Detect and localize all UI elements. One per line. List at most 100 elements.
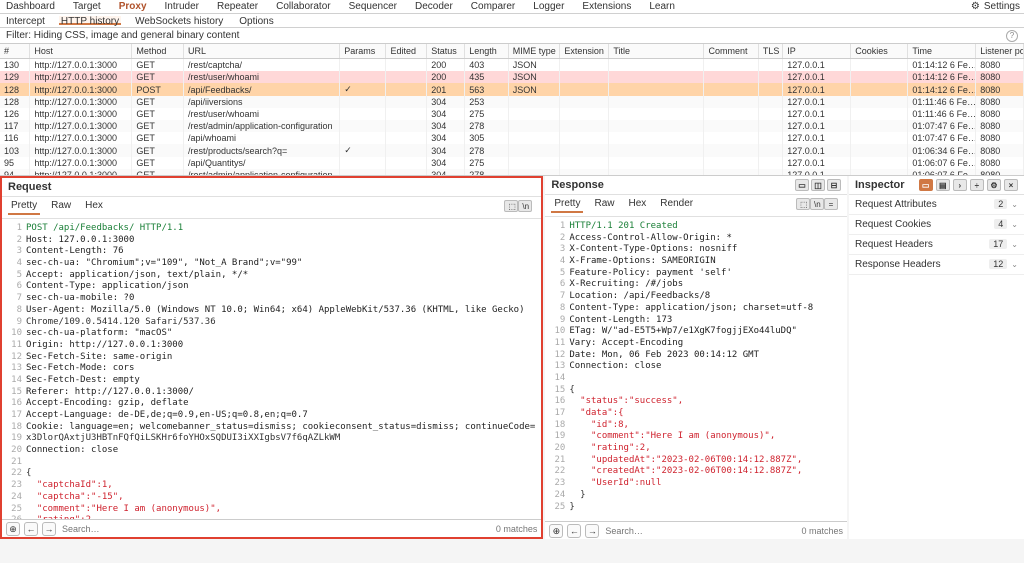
- filter-bar[interactable]: Filter: Hiding CSS, image and general bi…: [0, 28, 1024, 44]
- ins-view-1[interactable]: ▭: [919, 179, 933, 191]
- request-matches-label: 0 matches: [496, 524, 538, 534]
- res-newline-toggle[interactable]: \n: [810, 198, 824, 210]
- col-url[interactable]: URL: [183, 44, 339, 59]
- menu-item-repeater[interactable]: Repeater: [215, 1, 260, 12]
- col--[interactable]: #: [0, 44, 30, 59]
- col-length[interactable]: Length: [465, 44, 508, 59]
- res-search-next-icon[interactable]: →: [585, 524, 599, 538]
- res-eq-toggle[interactable]: =: [824, 198, 838, 210]
- response-pane: Response ▭ ◫ ⊟ Pretty Raw Hex Render ⬚\n= 1…: [545, 176, 847, 539]
- col-cookies[interactable]: Cookies: [851, 44, 908, 59]
- menu-item-comparer[interactable]: Comparer: [469, 1, 517, 12]
- response-tab-render[interactable]: Render: [657, 198, 696, 213]
- inspector-row-request-cookies[interactable]: Request Cookies4⌄: [849, 215, 1024, 235]
- inspector-row-response-headers[interactable]: Response Headers12⌄: [849, 255, 1024, 275]
- col-mime-type[interactable]: MIME type: [508, 44, 560, 59]
- gear-icon: ⚙: [971, 1, 980, 12]
- request-tab-hex[interactable]: Hex: [82, 200, 106, 215]
- layout-btn-2[interactable]: ◫: [811, 179, 825, 191]
- table-row[interactable]: 103http://127.0.0.1:3000GET/rest/product…: [0, 144, 1024, 157]
- ins-chev-icon[interactable]: ›: [953, 179, 967, 191]
- request-searchbar: ⊕ ← → 0 matches: [2, 519, 541, 537]
- menu-item-learn[interactable]: Learn: [647, 1, 677, 12]
- inspector-rows: Request Attributes2⌄Request Cookies4⌄Req…: [849, 195, 1024, 275]
- menu-item-extensions[interactable]: Extensions: [580, 1, 633, 12]
- request-tab-raw[interactable]: Raw: [48, 200, 74, 215]
- request-tabs: Pretty Raw Hex ⬚\n: [2, 197, 541, 219]
- col-comment[interactable]: Comment: [704, 44, 758, 59]
- request-body[interactable]: 1POST /api/Feedbacks/ HTTP/1.12Host: 127…: [2, 219, 541, 519]
- col-ip[interactable]: IP: [783, 44, 851, 59]
- layout-btn-1[interactable]: ▭: [795, 179, 809, 191]
- col-status[interactable]: Status: [427, 44, 465, 59]
- response-tabs: Pretty Raw Hex Render ⬚\n=: [545, 195, 847, 217]
- subtab-websockets-history[interactable]: WebSockets history: [133, 16, 225, 25]
- layout-btn-3[interactable]: ⊟: [827, 179, 841, 191]
- main-menubar: Dashboard Target Proxy Intruder Repeater Coll…: [0, 0, 1024, 14]
- inspector-row-request-attributes[interactable]: Request Attributes2⌄: [849, 195, 1024, 215]
- search-config-icon[interactable]: ⊕: [6, 522, 20, 536]
- res-search-config-icon[interactable]: ⊕: [549, 524, 563, 538]
- req-view-btn-1[interactable]: ⬚: [504, 200, 518, 212]
- col-host[interactable]: Host: [30, 44, 132, 59]
- table-row[interactable]: 117http://127.0.0.1:3000GET/rest/admin/a…: [0, 120, 1024, 132]
- table-row[interactable]: 116http://127.0.0.1:3000GET/api/whoami30…: [0, 132, 1024, 144]
- response-matches-label: 0 matches: [801, 526, 843, 536]
- ins-view-2[interactable]: ▤: [936, 179, 950, 191]
- ins-div-icon[interactable]: ÷: [970, 179, 984, 191]
- menu-item-dashboard[interactable]: Dashboard: [4, 1, 57, 12]
- settings-button[interactable]: ⚙ Settings: [971, 1, 1020, 12]
- menu-item-sequencer[interactable]: Sequencer: [347, 1, 399, 12]
- table-row[interactable]: 128http://127.0.0.1:3000POST/api/Feedbac…: [0, 83, 1024, 96]
- request-tab-pretty[interactable]: Pretty: [8, 200, 40, 215]
- response-tab-raw[interactable]: Raw: [591, 198, 617, 213]
- menu-item-logger[interactable]: Logger: [531, 1, 566, 12]
- col-listener-port[interactable]: Listener port: [976, 44, 1024, 59]
- table-row[interactable]: 128http://127.0.0.1:3000GET/api/iiversio…: [0, 96, 1024, 108]
- col-tls[interactable]: TLS: [758, 44, 782, 59]
- response-tab-hex[interactable]: Hex: [625, 198, 649, 213]
- menubar-items: Dashboard Target Proxy Intruder Repeater Coll…: [4, 1, 677, 12]
- inspector-row-request-headers[interactable]: Request Headers17⌄: [849, 235, 1024, 255]
- table-body: 130http://127.0.0.1:3000GET/rest/captcha…: [0, 59, 1024, 177]
- help-icon[interactable]: ?: [1006, 30, 1018, 42]
- menu-item-target[interactable]: Target: [71, 1, 103, 12]
- table-row[interactable]: 126http://127.0.0.1:3000GET/rest/user/wh…: [0, 108, 1024, 120]
- response-body[interactable]: 1HTTP/1.1 201 Created2Access-Control-All…: [545, 217, 847, 521]
- res-search-prev-icon[interactable]: ←: [567, 524, 581, 538]
- table-row[interactable]: 129http://127.0.0.1:3000GET/rest/user/wh…: [0, 71, 1024, 83]
- table-row[interactable]: 95http://127.0.0.1:3000GET/api/Quantitys…: [0, 157, 1024, 169]
- menu-item-decoder[interactable]: Decoder: [413, 1, 455, 12]
- request-search-input[interactable]: [60, 522, 492, 536]
- response-tab-pretty[interactable]: Pretty: [551, 198, 583, 213]
- res-view-btn-1[interactable]: ⬚: [796, 198, 810, 210]
- menu-item-intruder[interactable]: Intruder: [163, 1, 201, 12]
- request-title: Request: [8, 181, 51, 193]
- http-history-table: #HostMethodURLParamsEditedStatusLengthMI…: [0, 44, 1024, 176]
- search-next-icon[interactable]: →: [42, 522, 56, 536]
- col-time[interactable]: Time: [908, 44, 976, 59]
- ins-gear-icon[interactable]: ⚙: [987, 179, 1001, 191]
- table-row[interactable]: 130http://127.0.0.1:3000GET/rest/captcha…: [0, 59, 1024, 72]
- inspector-pane: Inspector ▭ ▤ › ÷ ⚙ × Request Attributes…: [849, 176, 1024, 539]
- col-extension[interactable]: Extension: [560, 44, 609, 59]
- col-title[interactable]: Title: [609, 44, 704, 59]
- subtab-intercept[interactable]: Intercept: [4, 16, 47, 25]
- response-title: Response: [551, 179, 604, 191]
- response-search-input[interactable]: [603, 524, 797, 538]
- subtab-options[interactable]: Options: [237, 16, 275, 25]
- newline-toggle[interactable]: \n: [518, 200, 532, 212]
- request-pane: Request Pretty Raw Hex ⬚\n 1POST /api/Feed…: [0, 176, 543, 539]
- subtab-http-history[interactable]: HTTP history: [59, 16, 121, 25]
- menu-item-proxy[interactable]: Proxy: [117, 1, 149, 12]
- ins-close-icon[interactable]: ×: [1004, 179, 1018, 191]
- response-searchbar: ⊕ ← → 0 matches: [545, 521, 847, 539]
- menu-item-collaborator[interactable]: Collaborator: [274, 1, 332, 12]
- table-header-row[interactable]: #HostMethodURLParamsEditedStatusLengthMI…: [0, 44, 1024, 59]
- col-method[interactable]: Method: [132, 44, 184, 59]
- col-params[interactable]: Params: [340, 44, 386, 59]
- col-edited[interactable]: Edited: [386, 44, 427, 59]
- inspector-title: Inspector: [855, 179, 905, 191]
- table-row[interactable]: 94http://127.0.0.1:3000GET/rest/admin/ap…: [0, 169, 1024, 176]
- search-prev-icon[interactable]: ←: [24, 522, 38, 536]
